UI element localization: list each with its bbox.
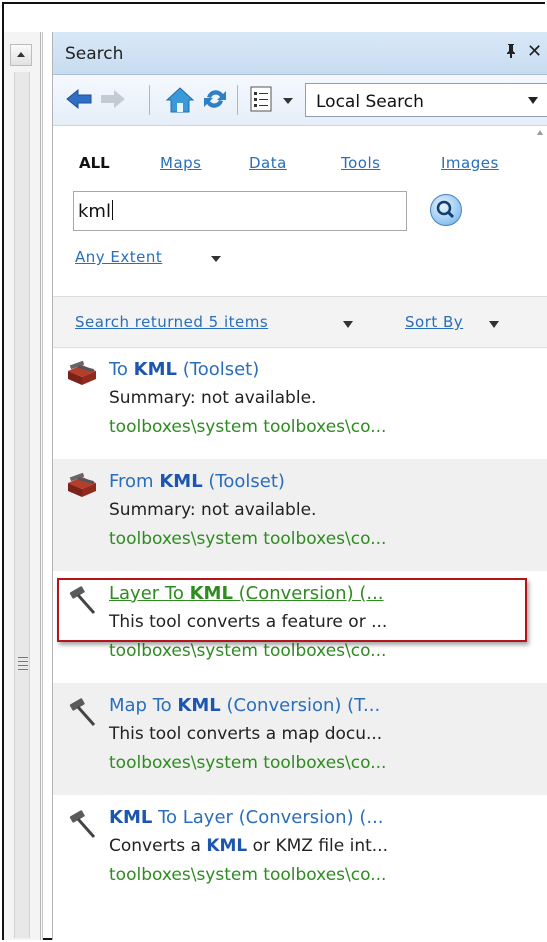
category-maps[interactable]: Maps (160, 154, 201, 172)
results-bar: Search returned 5 items Sort By (53, 296, 547, 348)
scroll-up-button[interactable] (10, 44, 32, 66)
toolbar-separator (149, 85, 150, 115)
divider (40, 32, 41, 940)
result-item[interactable]: Map To KML (Conversion) (T... This tool … (53, 683, 547, 795)
category-data[interactable]: Data (249, 154, 287, 172)
scroll-grip-icon[interactable] (18, 657, 28, 671)
scrollbar-track[interactable] (14, 72, 30, 938)
search-query-text: kml (78, 201, 111, 222)
panel-titlebar: Search ✕ (53, 32, 547, 75)
result-item[interactable]: From KML (Toolset) Summary: not availabl… (53, 459, 547, 571)
result-item[interactable]: To KML (Toolset) Summary: not available.… (53, 347, 547, 459)
toolset-icon (66, 472, 98, 499)
hammer-icon (66, 809, 98, 838)
toolbar-separator (237, 85, 238, 115)
pane-scroll-up-icon[interactable] (537, 130, 543, 135)
result-title[interactable]: Map To KML (Conversion) (T... (109, 695, 380, 716)
result-path: toolboxes\system toolboxes\co... (109, 417, 387, 437)
home-icon[interactable] (165, 85, 195, 113)
search-button[interactable] (430, 194, 462, 226)
result-path: toolboxes\system toolboxes\co... (109, 529, 387, 549)
category-images[interactable]: Images (441, 154, 499, 172)
local-search-value: Local Search (316, 92, 424, 112)
highlight-box (57, 578, 527, 642)
search-panel: Search ✕ Local Search ALL Maps Data Tool… (52, 32, 547, 940)
chevron-down-icon[interactable] (528, 97, 538, 104)
local-search-select[interactable]: Local Search (305, 83, 547, 117)
view-dropdown-caret-icon[interactable] (283, 98, 293, 104)
sort-by-dropdown[interactable]: Sort By (405, 313, 463, 331)
result-path: toolboxes\system toolboxes\co... (109, 641, 387, 661)
result-item[interactable]: Layer To KML (Conversion) (... This tool… (53, 571, 547, 683)
text-cursor (111, 200, 113, 220)
search-area: ALL Maps Data Tools Images kml Any Exten… (53, 126, 547, 296)
refresh-icon[interactable] (201, 85, 229, 113)
sort-caret-icon[interactable] (489, 321, 499, 328)
result-title[interactable]: KML To Layer (Conversion) (... (109, 807, 384, 828)
result-title[interactable]: To KML (Toolset) (109, 359, 259, 380)
search-toolbar: Local Search (53, 75, 547, 126)
view-list-icon[interactable] (249, 85, 277, 113)
panel-title: Search (65, 44, 124, 64)
result-title[interactable]: From KML (Toolset) (109, 471, 285, 492)
extent-caret-icon[interactable] (211, 256, 221, 262)
result-summary: Summary: not available. (109, 500, 317, 520)
forward-arrow-icon[interactable] (99, 85, 127, 113)
pin-icon[interactable] (505, 43, 517, 63)
results-caret-icon[interactable] (343, 321, 353, 328)
back-arrow-icon[interactable] (65, 85, 93, 113)
extent-dropdown[interactable]: Any Extent (75, 248, 162, 266)
results-count[interactable]: Search returned 5 items (75, 313, 268, 331)
search-input[interactable]: kml (73, 191, 407, 231)
result-summary: Summary: not available. (109, 388, 317, 408)
hammer-icon (66, 697, 98, 726)
result-summary: Converts a KML or KMZ file int... (109, 836, 388, 856)
result-summary: This tool converts a map docu... (109, 724, 383, 744)
toolset-icon (66, 360, 98, 387)
category-tools[interactable]: Tools (341, 154, 380, 172)
left-scroll-strip (4, 32, 43, 940)
result-path: toolboxes\system toolboxes\co... (109, 753, 387, 773)
result-item[interactable]: KML To Layer (Conversion) (... Converts … (53, 795, 547, 907)
result-path: toolboxes\system toolboxes\co... (109, 865, 387, 885)
category-all[interactable]: ALL (79, 154, 110, 172)
close-icon[interactable]: ✕ (527, 41, 542, 62)
